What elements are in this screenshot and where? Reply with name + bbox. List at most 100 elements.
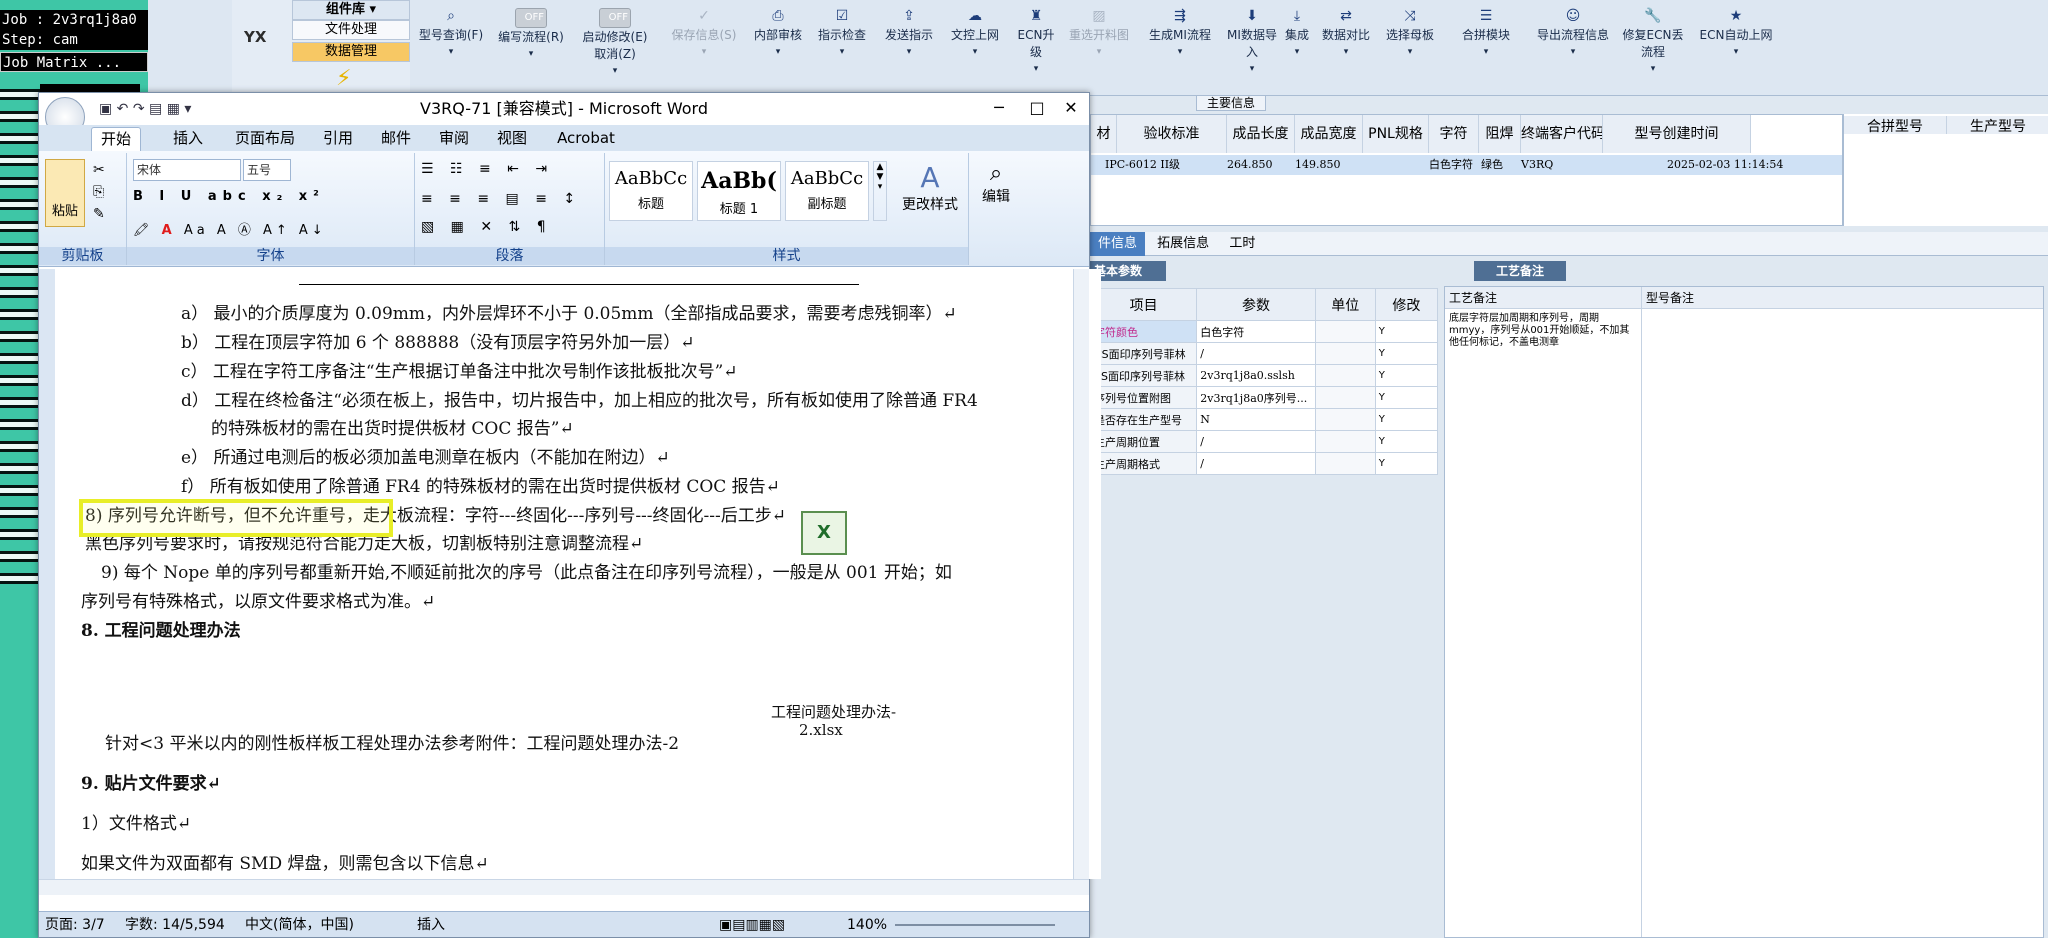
param-cell[interactable]: Y: [1374, 452, 1439, 475]
merge-grid-header[interactable]: 合拼型号: [1844, 116, 1947, 135]
grid-header[interactable]: 成品长度: [1227, 115, 1295, 153]
param-cell[interactable]: Y: [1374, 408, 1439, 431]
param-header[interactable]: 项目: [1089, 288, 1198, 321]
param-cell[interactable]: CS面印序列号菲林: [1089, 342, 1198, 365]
tab-acrobat[interactable]: Acrobat: [551, 127, 621, 151]
toolbar-print-button[interactable]: ⎙ 内部审核 ▾: [750, 8, 806, 86]
paste-button[interactable]: 粘贴: [45, 159, 85, 227]
font-color-buttons[interactable]: 🖍 A Aa A Ⓐ A↑ A↓: [133, 219, 327, 238]
toolbar-search-button[interactable]: ⌕ 型号查询(F) ▾: [418, 8, 484, 86]
view-buttons[interactable]: ▣▤▥▦▧: [719, 912, 785, 938]
param-cell[interactable]: /: [1196, 342, 1316, 365]
grid-cell[interactable]: 2025-02-03 11:14:54: [1667, 155, 1783, 175]
quick-access-icons[interactable]: ▣ ↶ ↷ ▤ ▦ ▾: [99, 101, 191, 117]
job-matrix-button[interactable]: Job Matrix ...: [0, 52, 148, 72]
table-row[interactable]: 序列号位置附图 2v3rq1j8a0序列号... Y: [1089, 386, 1439, 409]
dropdown-icon[interactable]: ▾: [1280, 47, 1314, 57]
toolbar-cloud-upload-button[interactable]: ☁ 文控上网 ▾: [946, 8, 1004, 86]
toolbar-ecn-button[interactable]: ♜ ECN升级 ▾: [1012, 8, 1060, 86]
tab-references[interactable]: 引用: [313, 127, 363, 151]
grid-header[interactable]: 成品宽度: [1295, 115, 1363, 153]
table-row[interactable]: 生产周期格式 / Y: [1089, 452, 1439, 475]
horizontal-scrollbar[interactable]: [39, 879, 1089, 895]
table-row[interactable]: SS面印序列号菲林 2v3rq1j8a0.sslsh Y: [1089, 364, 1439, 387]
dropdown-icon[interactable]: ▾: [1618, 64, 1688, 74]
toolbar-toggle-off-button[interactable]: OFF 编写流程(R) ▾: [494, 8, 568, 86]
tab-home[interactable]: 开始: [91, 127, 141, 151]
dropdown-icon[interactable]: ▾: [1140, 47, 1220, 57]
toolbar-flow-button[interactable]: ⇶ 生成MI流程 ▾: [1140, 8, 1220, 86]
tab-layout[interactable]: 页面布局: [225, 127, 305, 151]
dropdown-icon[interactable]: ▾: [1012, 64, 1060, 74]
dropdown-icon[interactable]: ▾: [750, 47, 806, 57]
dropdown-icon[interactable]: ▾: [946, 47, 1004, 57]
param-cell[interactable]: 2v3rq1j8a0序列号...: [1196, 386, 1316, 409]
toolbar-shuffle-button[interactable]: ⤨ 选择母板 ▾: [1382, 8, 1438, 86]
document-page[interactable]: a） 最小的介质厚度为 0.09mm，内外层焊环不小于 0.05mm（全部指成品…: [55, 269, 1101, 879]
toolbar-smile-button[interactable]: ☺ 导出流程信息 ▾: [1534, 8, 1612, 86]
excel-attachment-icon[interactable]: X: [801, 511, 847, 555]
toggle-switch[interactable]: OFF: [515, 8, 547, 28]
dropdown-icon[interactable]: ▾: [1446, 47, 1526, 57]
edit-button[interactable]: ⌕ 编辑: [973, 161, 1019, 206]
toolbar-download-button[interactable]: ⤓ 集成 ▾: [1280, 8, 1314, 86]
grid-cell[interactable]: 264.850: [1227, 155, 1273, 175]
style-heading1[interactable]: AaBb(标题 1: [697, 161, 781, 221]
toolbar-compare-button[interactable]: ⇄ 数据对比 ▾: [1316, 8, 1376, 86]
main-info-tab[interactable]: 主要信息: [1196, 95, 1266, 111]
process-notes-tab[interactable]: 工艺备注: [1474, 261, 1566, 281]
process-note-text[interactable]: 底层字符层加周期和序列号，周期mmyy，序列号从001开始顺延，不加其他任何标记…: [1449, 313, 1635, 349]
dropdown-icon[interactable]: ▾: [494, 49, 568, 59]
param-cell[interactable]: [1314, 452, 1376, 475]
font-format-buttons[interactable]: B I U abc x₂ x²: [133, 189, 325, 204]
tab-info[interactable]: 件信息: [1090, 232, 1146, 256]
status-lang[interactable]: 中文(简体，中国): [245, 912, 354, 938]
param-cell[interactable]: 白色字符: [1196, 320, 1316, 343]
param-cell[interactable]: [1314, 408, 1376, 431]
grid-header[interactable]: 材: [1091, 115, 1117, 153]
maximize-icon[interactable]: □: [1019, 93, 1055, 123]
toolbar-list-button[interactable]: ☰ 合拼模块 ▾: [1446, 8, 1526, 86]
toolbar-import-button[interactable]: ⬇ MI数据导入 ▾: [1226, 8, 1278, 86]
minimize-icon[interactable]: ─: [981, 93, 1017, 123]
grid-header[interactable]: 验收标准: [1117, 115, 1227, 153]
status-page[interactable]: 页面: 3/7: [45, 912, 105, 938]
change-styles-button[interactable]: A 更改样式: [895, 161, 965, 214]
param-cell[interactable]: 生产周期格式: [1089, 452, 1198, 475]
attachment-ext[interactable]: 2.xlsx: [799, 721, 843, 739]
dropdown-icon[interactable]: ▾: [814, 47, 870, 57]
dropdown-icon[interactable]: ▾: [1226, 64, 1278, 74]
param-cell[interactable]: [1314, 364, 1376, 387]
param-cell[interactable]: 字符颜色: [1089, 320, 1198, 343]
font-size-select[interactable]: 五号: [243, 159, 291, 181]
param-cell[interactable]: 序列号位置附图: [1089, 386, 1198, 409]
param-cell[interactable]: [1314, 342, 1376, 365]
toolbar-star-button[interactable]: ★ ECN自动上网 ▾: [1694, 8, 1778, 86]
toggle-switch[interactable]: OFF: [599, 8, 631, 28]
style-title[interactable]: AaBbCc 标题: [609, 161, 693, 221]
param-cell[interactable]: [1314, 320, 1376, 343]
param-cell[interactable]: [1314, 386, 1376, 409]
table-row[interactable]: 字符颜色 白色字符 Y: [1089, 320, 1439, 343]
attachment-name[interactable]: 工程问题处理办法-: [771, 701, 896, 722]
param-cell[interactable]: 生产周期位置: [1089, 430, 1198, 453]
toolbar-sublabel[interactable]: 取消(Z): [576, 45, 654, 62]
merge-grid-header[interactable]: 生产型号: [1947, 116, 2048, 135]
param-cell[interactable]: Y: [1374, 342, 1439, 365]
file-mgmt-button[interactable]: 文件处理: [292, 20, 410, 40]
styles-scroll[interactable]: ▲ ▼ ▾: [873, 161, 887, 221]
grid-header[interactable]: 终端客户代码: [1521, 115, 1603, 153]
grid-cell[interactable]: IPC-6012 II级: [1105, 155, 1180, 175]
zoom-level[interactable]: 140%: [847, 912, 887, 938]
grid-header[interactable]: PNL规格: [1363, 115, 1429, 153]
grid-header[interactable]: 字符: [1429, 115, 1479, 153]
layer-list[interactable]: [0, 84, 40, 584]
table-row[interactable]: 生产周期位置 / Y: [1089, 430, 1439, 453]
param-cell[interactable]: 是否存在生产型号: [1089, 408, 1198, 431]
align-buttons[interactable]: ≡ ≡ ≡ ▤ ≡ ↕: [421, 191, 581, 207]
grid-cell[interactable]: 149.850: [1295, 155, 1341, 175]
param-cell[interactable]: SS面印序列号菲林: [1089, 364, 1198, 387]
dropdown-icon[interactable]: ▾: [1534, 47, 1612, 57]
zoom-slider[interactable]: [895, 924, 1055, 926]
data-mgmt-button[interactable]: 数据管理: [292, 42, 410, 62]
